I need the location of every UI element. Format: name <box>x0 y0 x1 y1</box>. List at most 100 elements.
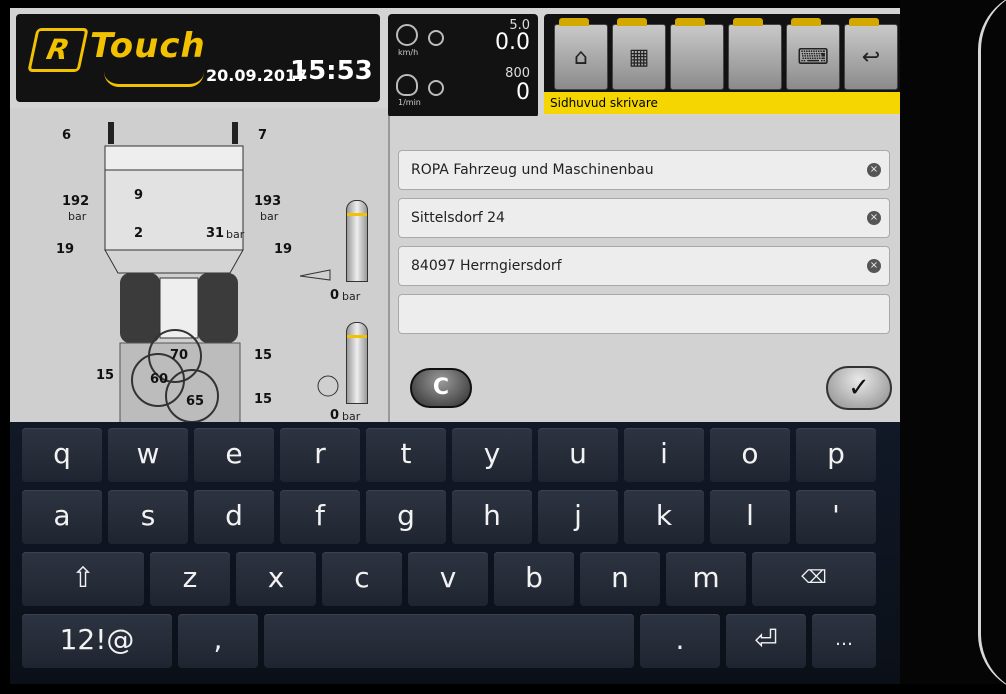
logo-swoosh <box>104 72 204 87</box>
speedometer-icon <box>396 24 418 46</box>
key-i[interactable]: i <box>624 428 704 482</box>
water-tank-gauge <box>346 322 368 404</box>
bezel-edge <box>978 0 1006 694</box>
key-p[interactable]: p <box>796 428 876 482</box>
toolbar: ⌂ ▦ ⌨ ↩ <box>544 14 900 98</box>
key-a[interactable]: a <box>22 490 102 544</box>
left-15-label: 15 <box>96 368 115 383</box>
right-pressure-unit: bar <box>260 210 279 223</box>
key-m[interactable]: m <box>666 552 746 606</box>
toolbar-slot-4[interactable] <box>728 18 782 90</box>
keyboard-icon: ⌨ <box>797 44 829 70</box>
key-b[interactable]: b <box>494 552 574 606</box>
back-button[interactable]: ↩ <box>844 18 898 90</box>
right-15b-label: 15 <box>254 392 273 407</box>
right-15a-label: 15 <box>254 348 273 363</box>
clear-field-icon[interactable]: × <box>867 259 881 273</box>
key-c[interactable]: c <box>322 552 402 606</box>
address-line-3-field[interactable]: 84097 Herrngiersdorf × <box>398 246 890 286</box>
keyboard-button[interactable]: ⌨ <box>786 18 840 90</box>
key-h[interactable]: h <box>452 490 532 544</box>
key-f[interactable]: f <box>280 490 360 544</box>
rotor-65-label: 65 <box>186 394 205 409</box>
address-line-2-value: Sittelsdorf 24 <box>411 210 505 226</box>
machine-diagram: 6 7 192 bar 193 bar 9 2 31 bar 19 19 0 b… <box>10 108 388 423</box>
tank2-value: 0 <box>330 408 340 423</box>
shift-key[interactable]: ⇧ <box>22 552 144 606</box>
key-w[interactable]: w <box>108 428 188 482</box>
machine-schematic <box>104 122 339 423</box>
key-g[interactable]: g <box>366 490 446 544</box>
key-s[interactable]: s <box>108 490 188 544</box>
on-screen-keyboard: q w e r t y u i o p a s d f g h j k l ' … <box>10 422 900 684</box>
sensor-7-label: 7 <box>258 128 268 143</box>
machine-menu-button[interactable]: ▦ <box>612 18 666 90</box>
key-u[interactable]: u <box>538 428 618 482</box>
key-e[interactable]: e <box>194 428 274 482</box>
sensor-31-unit: bar <box>226 228 245 241</box>
sensor-2-label: 2 <box>134 226 144 241</box>
key-d[interactable]: d <box>194 490 274 544</box>
key-n[interactable]: n <box>580 552 660 606</box>
backspace-key[interactable]: ⌫ <box>752 552 876 606</box>
clear-field-icon[interactable]: × <box>867 163 881 177</box>
address-line-4-field[interactable] <box>398 294 890 334</box>
left-19-label: 19 <box>56 242 75 257</box>
key-v[interactable]: v <box>408 552 488 606</box>
oil-tank-gauge <box>346 200 368 282</box>
back-icon: ↩ <box>861 44 881 70</box>
clear-all-button[interactable]: C <box>410 368 472 408</box>
tank1-value: 0 <box>330 288 340 303</box>
enter-key[interactable]: ⏎ <box>726 614 806 668</box>
engine-rpm-icon <box>396 74 418 96</box>
key-x[interactable]: x <box>236 552 316 606</box>
toolbar-slot-3[interactable] <box>670 18 724 90</box>
speed-indicator-icon <box>428 30 444 46</box>
space-bar[interactable] <box>264 614 634 668</box>
numbers-symbols-key[interactable]: 12!@ <box>22 614 172 668</box>
key-k[interactable]: k <box>624 490 704 544</box>
right-pressure: 193 <box>254 194 282 209</box>
logo-panel: R Touch 20.09.2017 15:53 <box>16 14 380 102</box>
left-pressure: 192 <box>62 194 90 209</box>
tank1-unit: bar <box>342 290 361 303</box>
key-period[interactable]: . <box>640 614 720 668</box>
left-pressure-unit: bar <box>68 210 87 223</box>
speed-value: 0.0 <box>495 30 530 55</box>
sensor-31-label: 31 <box>206 226 225 241</box>
machine-menu-icon: ▦ <box>628 44 650 70</box>
address-line-3-value: 84097 Herrngiersdorf <box>411 258 562 274</box>
rpm-indicator-icon <box>428 80 444 96</box>
rotor-60-label: 60 <box>150 372 169 387</box>
gauge-panel: km/h 5.0 0.0 1/min 800 0 <box>388 14 538 118</box>
key-y[interactable]: y <box>452 428 532 482</box>
address-form: ROPA Fahrzeug und Maschinenbau × Sittels… <box>388 116 900 423</box>
address-line-1-field[interactable]: ROPA Fahrzeug und Maschinenbau × <box>398 150 890 190</box>
rpm-unit: 1/min <box>398 98 421 107</box>
home-icon: ⌂ <box>574 44 588 70</box>
key-z[interactable]: z <box>150 552 230 606</box>
key-r[interactable]: r <box>280 428 360 482</box>
sensor-6-label: 6 <box>62 128 72 143</box>
key-j[interactable]: j <box>538 490 618 544</box>
address-line-2-field[interactable]: Sittelsdorf 24 × <box>398 198 890 238</box>
time-display: 15:53 <box>290 56 373 86</box>
home-button[interactable]: ⌂ <box>554 18 608 90</box>
rpm-max: 800 <box>505 66 530 81</box>
key-t[interactable]: t <box>366 428 446 482</box>
rotor-70-label: 70 <box>170 348 189 363</box>
address-line-1-value: ROPA Fahrzeug und Maschinenbau <box>411 162 654 178</box>
key-apostrophe[interactable]: ' <box>796 490 876 544</box>
key-l[interactable]: l <box>710 490 790 544</box>
rpm-value: 0 <box>516 80 530 105</box>
speed-unit: km/h <box>398 48 419 57</box>
brand-logo-text: Touch <box>90 26 206 66</box>
status-bar: Sidhuvud skrivare <box>544 92 900 114</box>
clear-field-icon[interactable]: × <box>867 211 881 225</box>
key-q[interactable]: q <box>22 428 102 482</box>
key-comma[interactable]: , <box>178 614 258 668</box>
more-key[interactable]: … <box>812 614 876 668</box>
right-19-label: 19 <box>274 242 293 257</box>
key-o[interactable]: o <box>710 428 790 482</box>
confirm-button[interactable]: ✓ <box>826 366 892 410</box>
